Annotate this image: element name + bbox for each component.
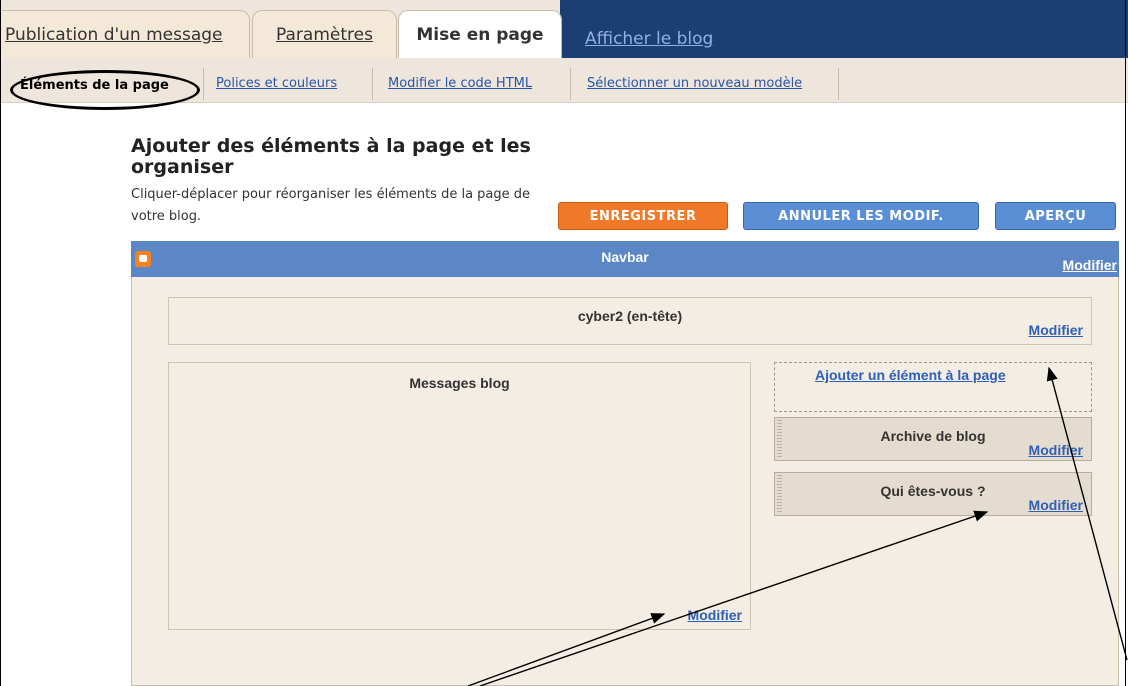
page-frame	[0, 0, 1126, 686]
